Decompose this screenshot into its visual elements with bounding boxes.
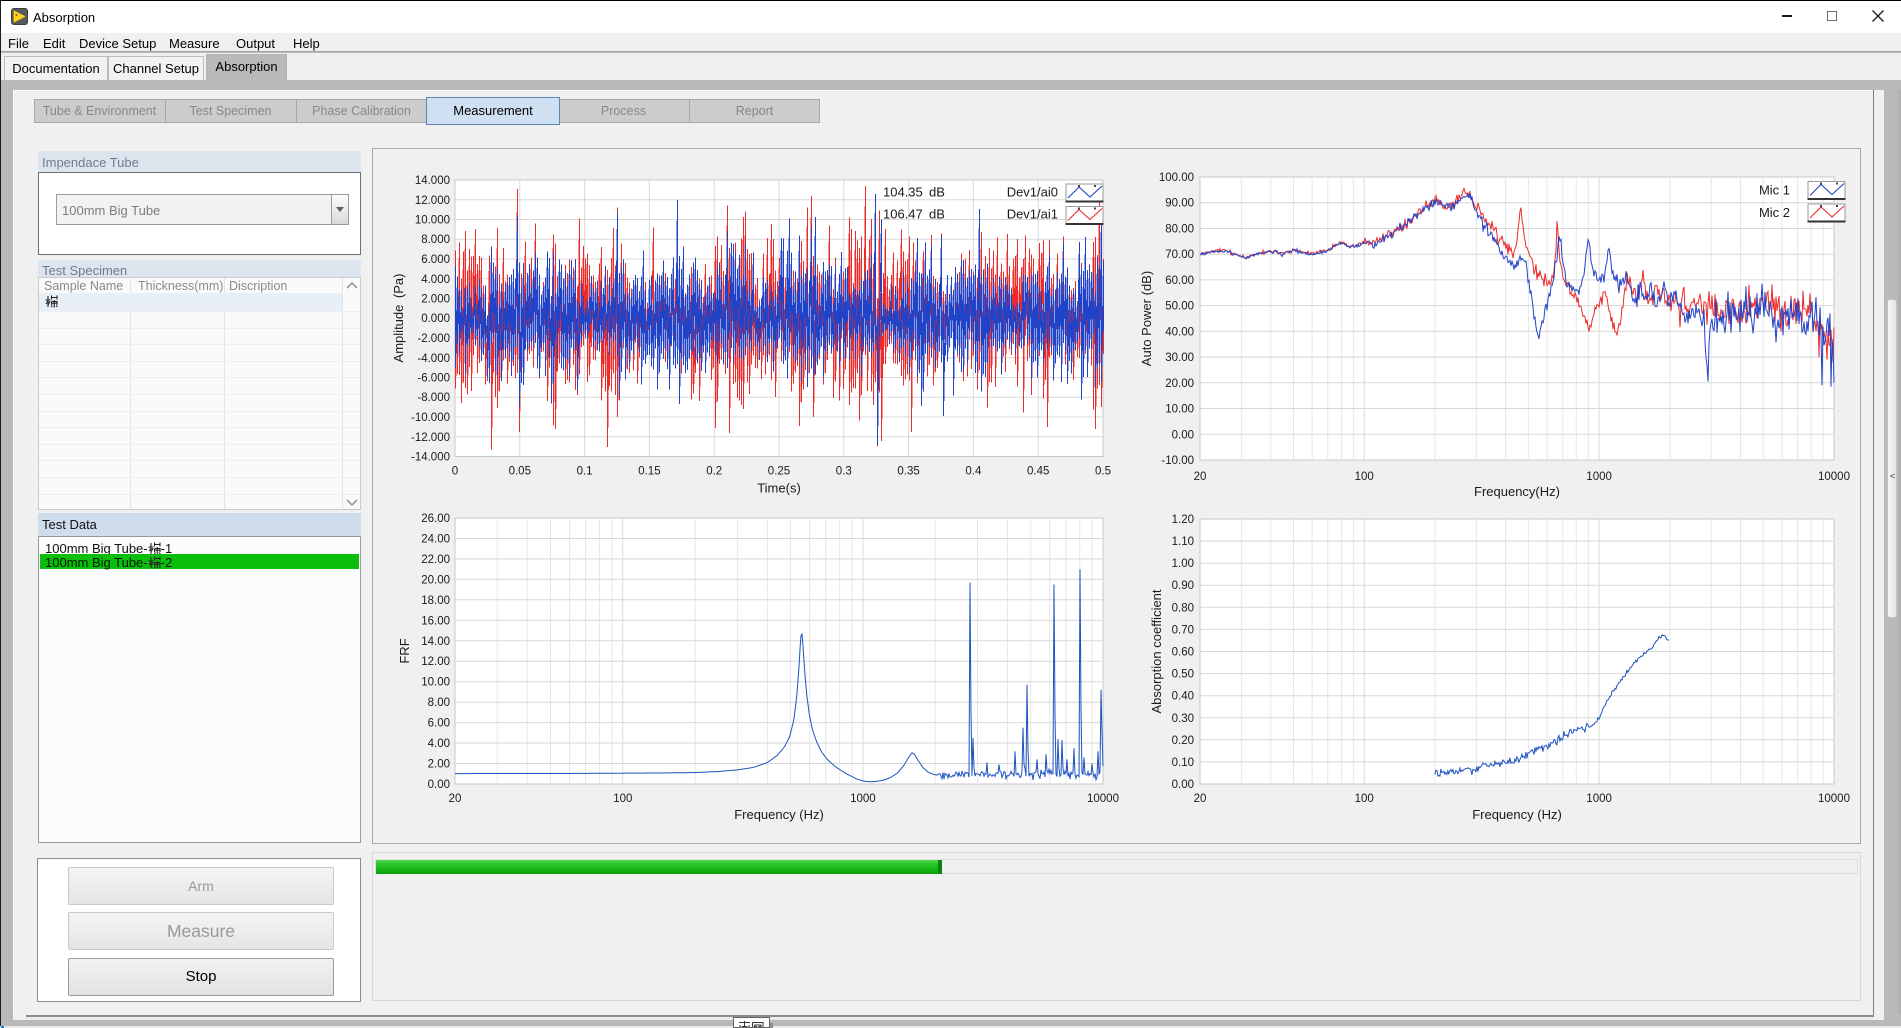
svg-text:0.70: 0.70 xyxy=(1172,624,1194,636)
svg-text:0.60: 0.60 xyxy=(1172,647,1194,659)
svg-text:-2.000: -2.000 xyxy=(417,333,450,345)
svg-text:2.00: 2.00 xyxy=(428,759,450,771)
svg-text:-10.00: -10.00 xyxy=(1161,455,1194,467)
svg-text:6.00: 6.00 xyxy=(428,718,450,730)
svg-text:4.000: 4.000 xyxy=(421,274,450,286)
svg-text:0.00: 0.00 xyxy=(1172,779,1194,791)
svg-text:0.2: 0.2 xyxy=(706,466,722,478)
svg-text:0.45: 0.45 xyxy=(1027,466,1049,478)
svg-text:8.00: 8.00 xyxy=(428,697,450,709)
svg-text:10.000: 10.000 xyxy=(415,215,450,227)
svg-text:dB: dB xyxy=(929,206,945,221)
svg-text:-14.000: -14.000 xyxy=(411,452,450,464)
svg-text:Frequency(Hz): Frequency(Hz) xyxy=(1474,484,1560,499)
svg-text:1000: 1000 xyxy=(1586,793,1612,805)
svg-text:0.1: 0.1 xyxy=(577,466,593,478)
svg-text:1000: 1000 xyxy=(1586,471,1612,483)
svg-text:0.15: 0.15 xyxy=(638,466,660,478)
svg-text:0.00: 0.00 xyxy=(428,779,450,791)
svg-text:-12.000: -12.000 xyxy=(411,432,450,444)
svg-text:100: 100 xyxy=(613,793,632,805)
svg-text:dB: dB xyxy=(929,184,945,199)
svg-text:0.90: 0.90 xyxy=(1172,580,1194,592)
svg-text:4.00: 4.00 xyxy=(428,738,450,750)
svg-text:100: 100 xyxy=(1355,471,1374,483)
svg-text:104.35: 104.35 xyxy=(883,184,923,199)
svg-text:0.80: 0.80 xyxy=(1172,602,1194,614)
svg-text:24.00: 24.00 xyxy=(421,534,450,546)
svg-text:Dev1/ai0: Dev1/ai0 xyxy=(1007,184,1058,199)
svg-text:70.00: 70.00 xyxy=(1165,249,1194,261)
svg-text:0.00: 0.00 xyxy=(1172,429,1194,441)
svg-text:1.20: 1.20 xyxy=(1172,514,1194,526)
svg-text:0.10: 0.10 xyxy=(1172,757,1194,769)
svg-text:12.000: 12.000 xyxy=(415,195,450,207)
svg-text:1000: 1000 xyxy=(850,793,876,805)
svg-text:1.00: 1.00 xyxy=(1172,558,1194,570)
svg-text:0.05: 0.05 xyxy=(509,466,531,478)
svg-text:0.4: 0.4 xyxy=(965,466,982,478)
svg-text:0.40: 0.40 xyxy=(1172,691,1194,703)
svg-text:60.00: 60.00 xyxy=(1165,275,1194,287)
svg-text:2.000: 2.000 xyxy=(421,294,450,306)
svg-text:-8.000: -8.000 xyxy=(417,392,450,404)
svg-text:Amplitude (Pa): Amplitude (Pa) xyxy=(391,274,406,363)
svg-text:0.25: 0.25 xyxy=(768,466,790,478)
svg-text:10.00: 10.00 xyxy=(421,677,450,689)
svg-text:10000: 10000 xyxy=(1087,793,1119,805)
svg-text:16.00: 16.00 xyxy=(421,615,450,627)
svg-text:0.30: 0.30 xyxy=(1172,713,1194,725)
svg-text:20: 20 xyxy=(1194,793,1207,805)
svg-text:0: 0 xyxy=(452,466,458,478)
svg-text:10000: 10000 xyxy=(1818,471,1850,483)
svg-text:20.00: 20.00 xyxy=(1165,378,1194,390)
svg-text:-10.000: -10.000 xyxy=(411,412,450,424)
svg-text:0.35: 0.35 xyxy=(897,466,919,478)
svg-text:0.000: 0.000 xyxy=(421,313,450,325)
svg-text:-6.000: -6.000 xyxy=(417,373,450,385)
svg-text:Absorption coefficient: Absorption coefficient xyxy=(1149,589,1164,713)
svg-text:6.000: 6.000 xyxy=(421,254,450,266)
svg-text:50.00: 50.00 xyxy=(1165,301,1194,313)
svg-text:-4.000: -4.000 xyxy=(417,353,450,365)
svg-text:20: 20 xyxy=(449,793,462,805)
svg-text:0.3: 0.3 xyxy=(836,466,852,478)
svg-text:Mic 1: Mic 1 xyxy=(1759,182,1790,197)
svg-text:14.000: 14.000 xyxy=(415,175,450,187)
svg-text:0.50: 0.50 xyxy=(1172,669,1194,681)
svg-text:10.00: 10.00 xyxy=(1165,404,1194,416)
svg-text:8.000: 8.000 xyxy=(421,234,450,246)
svg-text:Frequency (Hz): Frequency (Hz) xyxy=(1472,807,1562,822)
svg-text:Mic 2: Mic 2 xyxy=(1759,205,1790,220)
svg-text:100: 100 xyxy=(1355,793,1374,805)
svg-text:20: 20 xyxy=(1194,471,1207,483)
svg-text:10000: 10000 xyxy=(1818,793,1850,805)
svg-text:20.00: 20.00 xyxy=(421,574,450,586)
svg-text:106.47: 106.47 xyxy=(883,206,923,221)
svg-text:FRF: FRF xyxy=(397,638,412,663)
svg-text:12.00: 12.00 xyxy=(421,656,450,668)
svg-text:0.20: 0.20 xyxy=(1172,735,1194,747)
svg-text:14.00: 14.00 xyxy=(421,636,450,648)
svg-text:18.00: 18.00 xyxy=(421,595,450,607)
svg-text:30.00: 30.00 xyxy=(1165,352,1194,364)
svg-text:Frequency (Hz): Frequency (Hz) xyxy=(734,807,824,822)
svg-text:22.00: 22.00 xyxy=(421,554,450,566)
svg-text:100.00: 100.00 xyxy=(1159,172,1194,184)
svg-text:40.00: 40.00 xyxy=(1165,326,1194,338)
svg-text:90.00: 90.00 xyxy=(1165,198,1194,210)
svg-text:Auto Power (dB): Auto Power (dB) xyxy=(1139,271,1154,366)
svg-text:Time(s): Time(s) xyxy=(757,481,801,496)
svg-text:Dev1/ai1: Dev1/ai1 xyxy=(1007,206,1058,221)
svg-text:0.5: 0.5 xyxy=(1095,466,1111,478)
svg-text:26.00: 26.00 xyxy=(421,513,450,525)
svg-text:1.10: 1.10 xyxy=(1172,536,1194,548)
svg-text:80.00: 80.00 xyxy=(1165,224,1194,236)
